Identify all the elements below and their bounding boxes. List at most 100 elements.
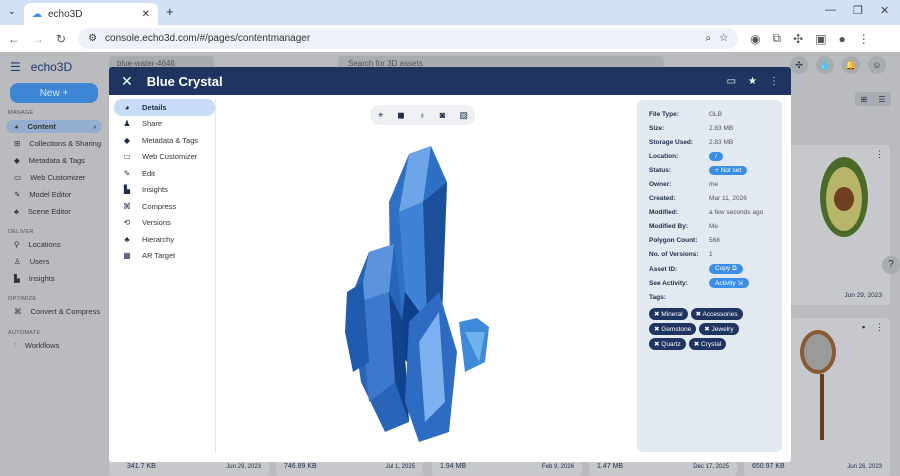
new-button[interactable]: New +: [10, 83, 98, 103]
sidebar-item-insights[interactable]: ▙ Insights: [6, 272, 102, 285]
view-toggle[interactable]: ⊞ ☰: [855, 92, 891, 106]
zoom-icon[interactable]: ⌕: [705, 33, 711, 44]
nav-ar-target[interactable]: ▦ AR Target: [114, 248, 215, 265]
detail-action-button[interactable]: + Not set: [709, 165, 748, 175]
nav-compress[interactable]: ⌘ Compress: [114, 198, 215, 215]
vr-icon: ▭: [14, 173, 22, 182]
tab-title: echo3D: [48, 8, 83, 20]
url-text: console.echo3d.com/#/pages/contentmanage…: [105, 33, 311, 44]
close-tab-icon[interactable]: ✕: [142, 9, 150, 20]
more-icon[interactable]: ⋮: [875, 322, 884, 333]
tag-chip[interactable]: ✖ Mineral: [649, 308, 688, 321]
nav-hierarchy[interactable]: ♣ Hierarchy: [114, 231, 215, 248]
drop-icon[interactable]: 💧: [816, 56, 834, 74]
profile-avatar[interactable]: ●: [839, 32, 846, 46]
lightbulb-icon[interactable]: ♁: [419, 110, 426, 120]
sidebar-item-metadata[interactable]: ◆ Metadata & Tags: [6, 154, 102, 167]
modal-header: ✕ Blue Crystal ▭ ★ ⋮: [109, 67, 791, 95]
crosshair-icon[interactable]: ⌖: [378, 110, 383, 121]
detail-value: 568: [709, 237, 720, 245]
help-icon[interactable]: ?: [882, 256, 900, 274]
tab-list-icon[interactable]: ⌄: [8, 6, 16, 17]
detail-action-button[interactable]: Activity ⇲: [709, 278, 749, 289]
card-date: Dec 17, 2025: [693, 464, 729, 470]
comments-icon[interactable]: ◼: [397, 110, 404, 121]
camera-icon[interactable]: ◙: [440, 110, 445, 120]
nav-metadata-tags[interactable]: ◆ Metadata & Tags: [114, 132, 215, 149]
new-tab-icon[interactable]: +: [166, 4, 174, 19]
tag-label: Accessories: [702, 311, 738, 319]
close-window-icon[interactable]: ✕: [880, 4, 889, 17]
tag-list: ✖ Mineral ✖ Accessories ✖ Gemstone ✖ Jewelr…: [649, 308, 759, 351]
tag-label: Mineral: [661, 311, 683, 319]
tag-chip[interactable]: ✖ Crystal: [688, 338, 727, 351]
sidebar-item-convert[interactable]: ⌘ Convert & Compress: [6, 305, 102, 318]
detail-action-button[interactable]: /: [709, 151, 723, 161]
more-icon[interactable]: ⋮: [769, 76, 779, 87]
nav-share[interactable]: ♟ Share: [114, 116, 215, 133]
menu-icon[interactable]: ⋮: [858, 32, 870, 46]
grid-view-icon[interactable]: ⊞: [861, 95, 868, 104]
puzzle-icon[interactable]: ✣: [793, 32, 803, 46]
sidebar-item-model-editor[interactable]: ✎ Model Editor: [6, 188, 102, 201]
puzzle-icon[interactable]: ✣: [790, 56, 808, 74]
detail-key: Modified By:: [649, 223, 688, 231]
bookmark-star-icon[interactable]: ☆: [719, 33, 728, 44]
list-view-icon[interactable]: ☰: [878, 95, 885, 104]
card-size: 746.89 KB: [284, 463, 317, 470]
sidebar-item-collections[interactable]: ⊞ Collections & Sharing: [6, 137, 102, 150]
vr-icon: ▭: [123, 152, 131, 162]
extension-icon[interactable]: ⧉: [773, 31, 782, 46]
back-icon[interactable]: ←: [8, 32, 20, 46]
minimize-icon[interactable]: —: [825, 4, 836, 16]
tag-chip[interactable]: ✖ Jewelry: [699, 323, 739, 336]
label: Web Customizer: [142, 152, 198, 162]
sidebar-item-web-customizer[interactable]: ▭ Web Customizer: [6, 171, 102, 184]
sidebar-item-content[interactable]: ◕ Content ›: [6, 120, 102, 133]
tag-chip[interactable]: ✖ Accessories: [690, 308, 743, 321]
star-icon[interactable]: ★: [748, 76, 757, 87]
account-icon[interactable]: ☺: [868, 56, 886, 74]
close-icon[interactable]: ✕: [121, 73, 133, 90]
nav-web-customizer[interactable]: ▭ Web Customizer: [114, 149, 215, 166]
sidebar-item-users[interactable]: ♙ Users: [6, 255, 102, 268]
site-settings-icon[interactable]: ⚙: [88, 33, 97, 44]
comment-icon[interactable]: ▪: [862, 322, 865, 332]
sidebar-item-locations[interactable]: ⚲ Locations: [6, 238, 102, 251]
tag-chip[interactable]: ✖ Quartz: [649, 338, 686, 351]
more-icon[interactable]: ⋮: [875, 149, 884, 160]
forward-icon[interactable]: →: [32, 32, 44, 46]
tag-chip[interactable]: ✖ Gemstone: [649, 323, 697, 336]
label: Insights: [142, 185, 168, 195]
remove-tag-icon[interactable]: ✖: [704, 326, 711, 333]
nav-versions[interactable]: ⟲ Versions: [114, 215, 215, 232]
sidebar-item-scene-editor[interactable]: ♣ Scene Editor: [6, 205, 102, 218]
restore-icon[interactable]: ❐: [853, 4, 863, 17]
detail-key: Status:: [649, 166, 672, 174]
camera-icon[interactable]: ◉: [750, 32, 760, 46]
sidebar-item-workflows[interactable]: ⫶ Workflows: [6, 339, 102, 352]
reload-icon[interactable]: ↻: [56, 32, 66, 46]
nav-details[interactable]: ◕ Details: [114, 99, 215, 116]
cast-icon[interactable]: ▣: [815, 32, 826, 46]
nav-insights[interactable]: ▙ Insights: [114, 182, 215, 199]
detail-action-button[interactable]: Copy ⧉: [709, 264, 743, 275]
remove-tag-icon[interactable]: ✖: [694, 341, 701, 348]
hamburger-icon[interactable]: ☰: [10, 60, 21, 74]
url-field[interactable]: ⚙ console.echo3d.com/#/pages/contentmana…: [78, 28, 739, 49]
crystal-3d-model[interactable]: [339, 142, 509, 442]
asset-card-magnifier[interactable]: ▪ ⋮: [790, 318, 890, 476]
pencil-icon: ✎: [123, 168, 131, 178]
nav-edit[interactable]: ✎ Edit: [114, 165, 215, 182]
asset-card-avocado[interactable]: ⋮ Jun 29, 2023: [790, 145, 890, 305]
user-icon: ♙: [14, 257, 21, 266]
browser-tab[interactable]: ☁ echo3D ✕: [24, 3, 158, 25]
user-plus-icon: ♟: [123, 119, 131, 129]
qr-icon: ▦: [123, 251, 131, 261]
bell-icon[interactable]: 🔔: [842, 56, 860, 74]
label: Web Customizer: [30, 173, 86, 182]
label: Hierarchy: [142, 234, 175, 244]
comment-icon[interactable]: ▭: [727, 76, 736, 87]
detail-row: Modified: a few seconds ago: [649, 206, 782, 220]
image-icon[interactable]: ▨: [459, 110, 468, 121]
